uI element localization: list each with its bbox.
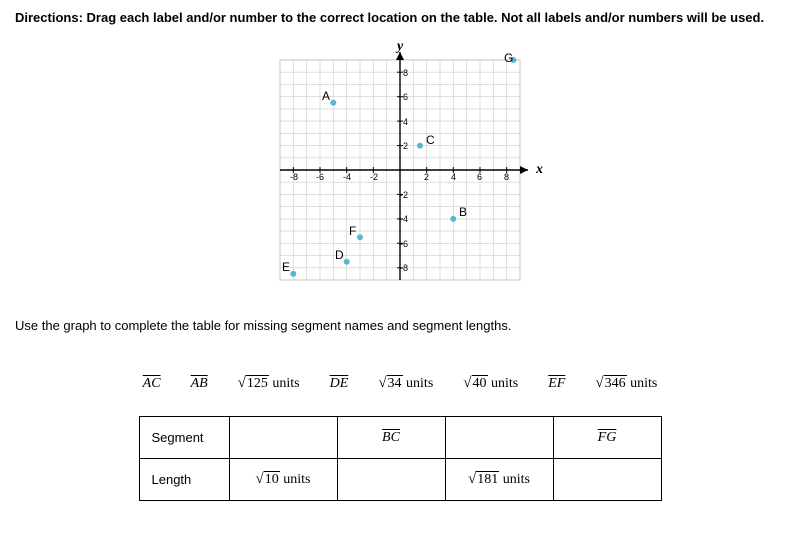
point-A	[330, 100, 336, 106]
drag-label-sqrt34[interactable]: √34 units	[374, 373, 437, 394]
drag-label-EF[interactable]: EF	[544, 374, 569, 394]
svg-text:A: A	[322, 89, 330, 103]
drag-label-sqrt346[interactable]: √346 units	[591, 373, 661, 394]
svg-text:-6: -6	[316, 172, 324, 182]
drop-length-2[interactable]	[337, 459, 445, 501]
row-header-segment: Segment	[139, 417, 229, 459]
drag-label-DE[interactable]: DE	[326, 374, 353, 394]
drop-length-4[interactable]	[553, 459, 661, 501]
svg-text:8: 8	[504, 172, 509, 182]
cell-length-sqrt181: √181 units	[445, 459, 553, 501]
svg-text:-2: -2	[400, 190, 408, 200]
svg-text:E: E	[282, 260, 290, 274]
svg-text:F: F	[349, 224, 356, 238]
svg-text:4: 4	[451, 172, 456, 182]
svg-text:8: 8	[403, 68, 408, 78]
x-axis-label: x	[535, 162, 543, 177]
instruction-text: Use the graph to complete the table for …	[15, 318, 785, 333]
svg-text:2: 2	[424, 172, 429, 182]
svg-text:6: 6	[403, 92, 408, 102]
drag-label-sqrt125[interactable]: √125 units	[234, 373, 304, 394]
label-pool: AC AB √125 units DE √34 units √40 units …	[15, 373, 785, 394]
directions-text: Directions: Drag each label and/or numbe…	[15, 10, 785, 25]
svg-text:-6: -6	[400, 239, 408, 249]
cell-segment-BC: BC	[337, 417, 445, 459]
cell-segment-FG: FG	[553, 417, 661, 459]
drop-segment-3[interactable]	[445, 417, 553, 459]
coordinate-graph: x y -8 -6 -4 -2 2 4 6 8 8 6 4 2 -2 -4 -6…	[250, 40, 550, 300]
point-F	[357, 234, 363, 240]
graph-container: x y -8 -6 -4 -2 2 4 6 8 8 6 4 2 -2 -4 -6…	[15, 40, 785, 300]
point-D	[344, 259, 350, 265]
y-axis-label: y	[395, 40, 404, 54]
point-E	[290, 271, 296, 277]
svg-text:6: 6	[477, 172, 482, 182]
point-C	[417, 143, 423, 149]
svg-text:4: 4	[403, 117, 408, 127]
svg-text:D: D	[335, 248, 344, 262]
svg-text:-4: -4	[343, 172, 351, 182]
point-B	[450, 216, 456, 222]
answer-table: Segment BC FG Length √10 units √181 unit…	[139, 416, 662, 501]
graph-svg: x y -8 -6 -4 -2 2 4 6 8 8 6 4 2 -2 -4 -6…	[250, 40, 550, 300]
svg-text:-2: -2	[370, 172, 378, 182]
drag-label-sqrt40[interactable]: √40 units	[459, 373, 522, 394]
drag-label-AC[interactable]: AC	[139, 374, 165, 394]
row-header-length: Length	[139, 459, 229, 501]
cell-length-sqrt10: √10 units	[229, 459, 337, 501]
drag-label-AB[interactable]: AB	[187, 374, 212, 394]
svg-text:C: C	[426, 133, 435, 147]
svg-text:-8: -8	[290, 172, 298, 182]
svg-text:G: G	[504, 51, 513, 65]
svg-text:B: B	[459, 205, 467, 219]
drop-segment-1[interactable]	[229, 417, 337, 459]
svg-text:2: 2	[403, 141, 408, 151]
